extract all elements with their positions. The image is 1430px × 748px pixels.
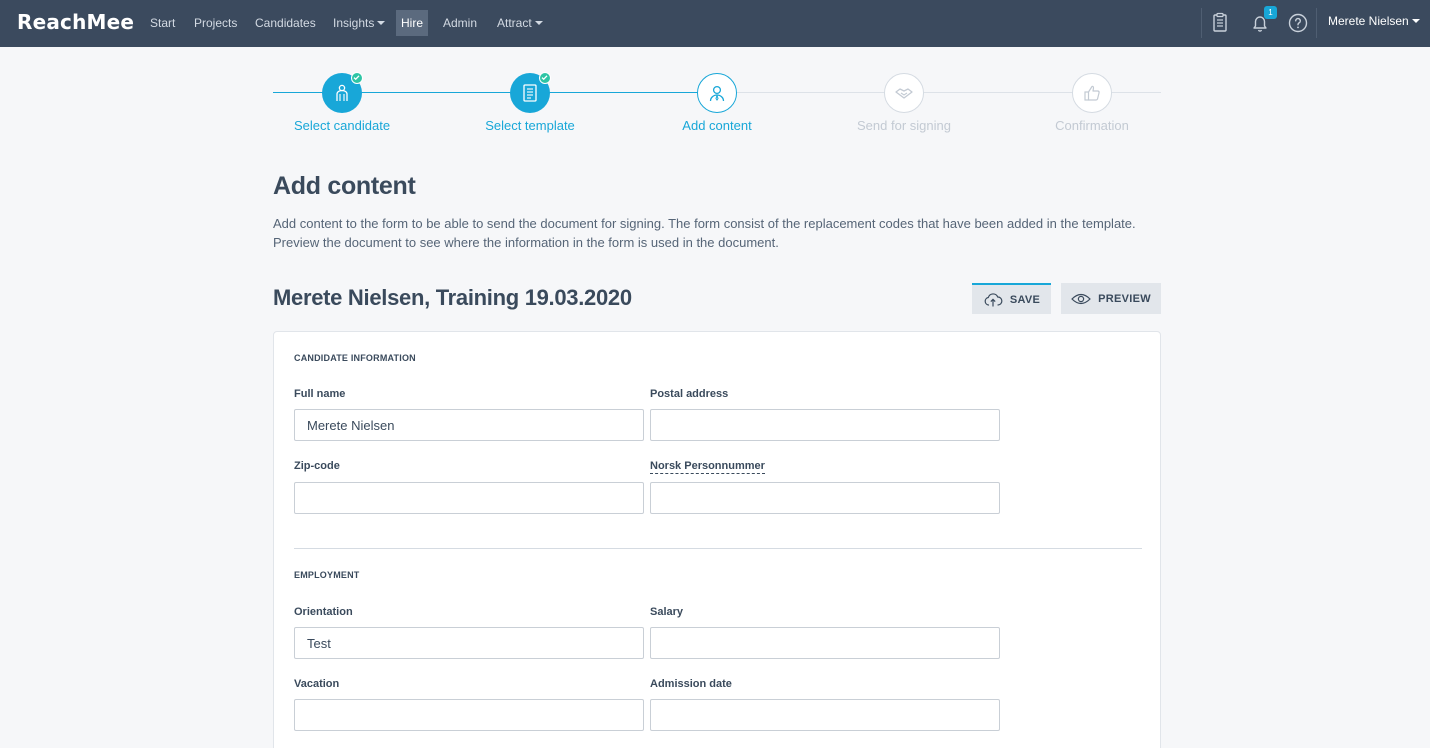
eye-icon — [1071, 293, 1091, 304]
nav-divider — [1316, 8, 1317, 38]
section-title-candidate-information: CANDIDATE INFORMATION — [294, 353, 416, 363]
field-label-orientation: Orientation — [294, 606, 353, 618]
nav-insights[interactable]: Insights — [333, 10, 386, 36]
document-title: Merete Nielsen, Training 19.03.2020 — [273, 285, 632, 310]
admission-date-input[interactable] — [650, 699, 1000, 731]
field-label-zip-code: Zip-code — [294, 460, 340, 472]
postal-address-input[interactable] — [650, 409, 1000, 441]
zip-code-input[interactable] — [294, 482, 644, 514]
nav-projects[interactable]: Projects — [194, 10, 237, 36]
field-label-postal-address: Postal address — [650, 388, 729, 400]
orientation-input[interactable] — [294, 627, 644, 659]
step-label: Add content — [682, 118, 752, 133]
nav-divider — [1201, 8, 1202, 38]
user-menu[interactable]: Merete Nielsen — [1328, 10, 1420, 32]
page-description: Add content to the form to be able to se… — [273, 216, 1136, 250]
user-name: Merete Nielsen — [1328, 14, 1409, 28]
preview-label: PREVIEW — [1098, 292, 1151, 305]
preview-button[interactable]: PREVIEW — [1061, 283, 1161, 314]
save-label: SAVE — [1009, 293, 1041, 306]
nav-candidates[interactable]: Candidates — [255, 10, 316, 36]
step-label: Select template — [485, 118, 575, 133]
thumbs-up-icon — [1072, 73, 1112, 113]
reachmee-logo[interactable]: ReachMee — [17, 10, 134, 34]
salary-input[interactable] — [650, 627, 1000, 659]
save-button[interactable]: SAVE — [972, 283, 1051, 314]
step-label: Select candidate — [293, 118, 391, 133]
chevron-down-icon — [1411, 18, 1420, 23]
handshake-icon — [884, 73, 924, 113]
form-card: CANDIDATE INFORMATION Full name Postal a… — [273, 331, 1161, 748]
nav-hire[interactable]: Hire — [396, 10, 429, 36]
step-label: Send for signing — [857, 118, 951, 133]
chevron-down-icon — [534, 20, 543, 25]
check-icon — [539, 72, 551, 84]
person-icon — [697, 73, 737, 113]
field-label-norsk-personnummer[interactable]: Norsk Personnummer — [650, 460, 765, 474]
full-name-input[interactable] — [294, 409, 644, 441]
nav-admin[interactable]: Admin — [443, 10, 477, 36]
nav-insights-label: Insights — [333, 16, 375, 30]
vacation-input[interactable] — [294, 699, 644, 731]
check-icon — [351, 72, 363, 84]
chevron-down-icon — [377, 20, 386, 25]
section-title-employment: EMPLOYMENT — [294, 570, 360, 580]
field-label-salary: Salary — [650, 606, 684, 618]
top-navbar: ReachMee Start Projects Candidates Insig… — [0, 0, 1430, 47]
field-label-admission-date: Admission date — [650, 678, 732, 690]
help-icon[interactable] — [1286, 11, 1310, 35]
norsk-personnummer-input[interactable] — [650, 482, 1000, 514]
page-title: Add content — [273, 172, 416, 200]
nav-start[interactable]: Start — [150, 10, 175, 36]
nav-attract-label: Attract — [497, 16, 532, 30]
field-label-full-name: Full name — [294, 388, 346, 400]
step-label: Confirmation — [1055, 118, 1129, 133]
notification-badge: 1 — [1264, 6, 1277, 19]
field-label-vacation: Vacation — [294, 678, 340, 690]
clipboard-icon[interactable] — [1208, 11, 1232, 35]
nav-attract[interactable]: Attract — [497, 10, 543, 36]
cloud-upload-icon — [984, 292, 1003, 306]
section-divider — [294, 548, 1142, 549]
